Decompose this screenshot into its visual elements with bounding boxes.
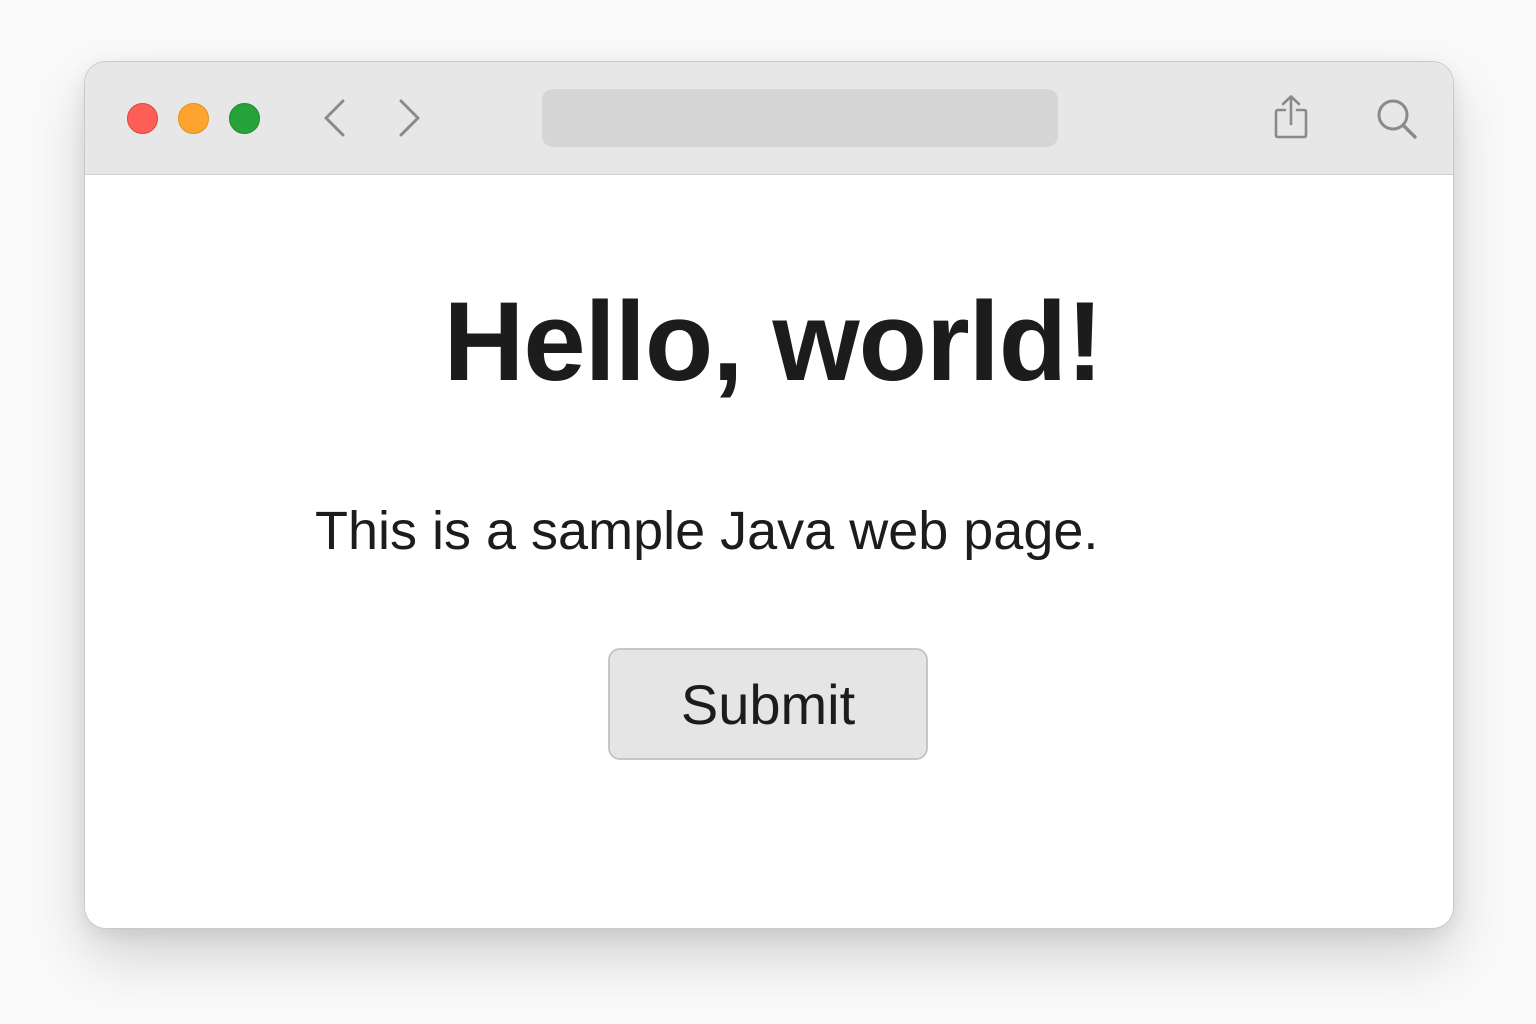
browser-window: Hello, world! This is a sample Java web … (84, 61, 1454, 929)
zoom-window-button[interactable] (229, 103, 260, 134)
search-icon (1377, 99, 1417, 139)
forward-button[interactable] (389, 96, 429, 140)
page-paragraph: This is a sample Java web page. (315, 501, 1099, 561)
search-button[interactable] (1375, 97, 1419, 141)
share-button[interactable] (1271, 94, 1311, 140)
close-window-button[interactable] (127, 103, 158, 134)
minimize-window-button[interactable] (178, 103, 209, 134)
chevron-left-icon (324, 99, 345, 137)
submit-button[interactable]: Submit (608, 648, 928, 760)
browser-toolbar (85, 62, 1453, 175)
share-icon (1274, 95, 1308, 139)
back-button[interactable] (315, 96, 355, 140)
chevron-right-icon (399, 99, 420, 137)
page-content: Hello, world! This is a sample Java web … (85, 175, 1453, 928)
address-bar[interactable] (542, 89, 1058, 147)
page-heading: Hello, world! (443, 279, 1104, 404)
